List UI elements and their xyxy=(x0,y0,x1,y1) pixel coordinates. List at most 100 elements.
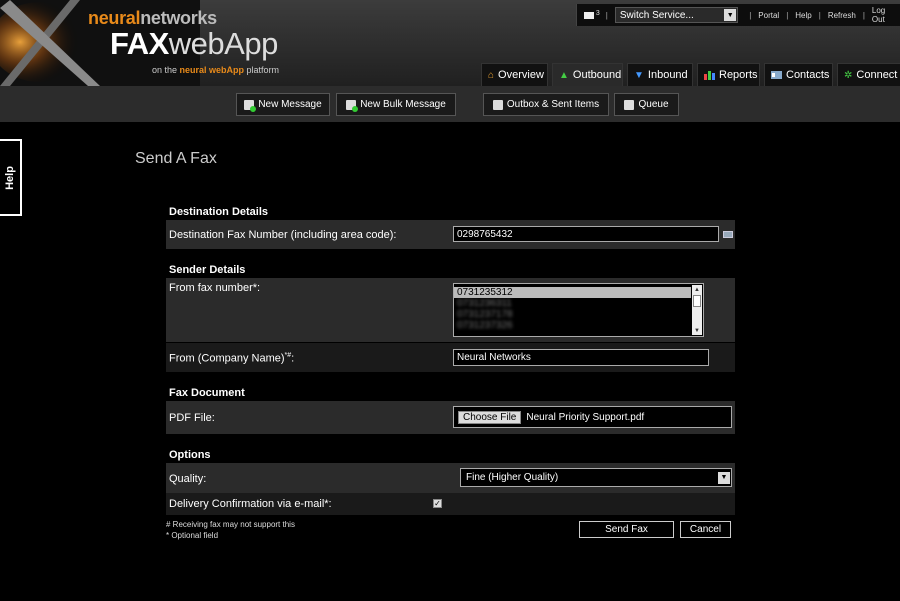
separator: | xyxy=(605,10,608,20)
separator: | xyxy=(749,10,752,20)
refresh-link[interactable]: Refresh xyxy=(828,11,856,20)
listbox-option[interactable]: 0731236311 xyxy=(454,298,691,309)
chevron-down-icon: ▼ xyxy=(718,471,730,484)
receiving-note: # Receiving fax may not support this xyxy=(166,520,295,529)
pdf-file-label: PDF File: xyxy=(169,412,215,424)
destination-section-title: Destination Details xyxy=(169,206,269,218)
choose-file-button[interactable]: Choose File xyxy=(458,410,522,424)
button-label: Queue xyxy=(638,99,669,110)
logout-link[interactable]: Log Out xyxy=(872,6,900,24)
tagline-pre: on the xyxy=(152,65,180,75)
separator: | xyxy=(862,10,865,20)
tab-contacts[interactable]: Contacts xyxy=(764,63,833,86)
separator: | xyxy=(818,10,821,20)
new-bulk-message-button[interactable]: New Bulk Message xyxy=(336,93,456,116)
tab-overview[interactable]: ⌂ Overview xyxy=(481,63,548,86)
help-link[interactable]: Help xyxy=(795,11,811,20)
selected-file-name: Neural Priority Support.pdf xyxy=(526,411,645,423)
envelope-icon[interactable] xyxy=(584,11,594,19)
new-document-icon xyxy=(244,99,257,112)
sender-section-title: Sender Details xyxy=(169,264,246,276)
main-nav-tabs: ⌂ Overview ▲ Outbound ▼ Inbound Reports … xyxy=(481,63,900,86)
logo-product: FAXwebApp xyxy=(110,26,278,62)
listbox-option[interactable]: 0731237326 xyxy=(454,320,691,331)
chevron-down-icon: ▼ xyxy=(724,9,737,21)
tab-label: Overview xyxy=(498,69,544,81)
send-fax-button[interactable]: Send Fax xyxy=(579,521,674,538)
bar-chart-glyph xyxy=(704,71,715,80)
outbox-sent-button[interactable]: Outbox & Sent Items xyxy=(483,93,609,116)
tagline-post: platform xyxy=(244,65,280,75)
queue-button[interactable]: Queue xyxy=(614,93,679,116)
bar-chart-icon xyxy=(704,69,715,81)
logo-tagline: on the neural webApp platform xyxy=(152,65,279,75)
action-toolbar: New Message New Bulk Message Outbox & Se… xyxy=(0,86,900,122)
logo-webapp-text: webApp xyxy=(168,26,279,61)
tab-label: Connect xyxy=(856,69,898,81)
tab-outbound[interactable]: ▲ Outbound xyxy=(552,63,623,86)
company-name-row: From (Company Name)*#: Neural Networks xyxy=(166,343,735,372)
from-fax-listbox[interactable]: 0731235312 0731236311 0731237178 0731237… xyxy=(453,283,704,337)
new-document-icon xyxy=(346,99,359,112)
company-name-label-colon: : xyxy=(291,352,295,365)
quality-row: Quality: Fine (Higher Quality) ▼ xyxy=(166,463,735,493)
listbox-option[interactable]: 0731235312 xyxy=(454,287,691,298)
tab-label: Contacts xyxy=(786,69,830,81)
quality-selected-value: Fine (Higher Quality) xyxy=(466,472,559,483)
tab-label: Reports xyxy=(719,69,758,81)
company-name-label-text: From (Company Name) xyxy=(169,352,285,365)
listbox-options: 0731235312 0731236311 0731237178 0731237… xyxy=(454,284,703,331)
logo-networks-text: networks xyxy=(140,8,217,28)
company-name-label: From (Company Name)*#: xyxy=(169,352,294,365)
listbox-option[interactable]: 0731237178 xyxy=(454,309,691,320)
scroll-up-icon[interactable]: ▲ xyxy=(692,285,702,294)
tab-inbound[interactable]: ▼ Inbound xyxy=(627,63,693,86)
button-label: New Bulk Message xyxy=(360,99,446,110)
fax-machine-icon xyxy=(492,99,503,110)
scroll-down-icon[interactable]: ▼ xyxy=(692,326,702,335)
contact-card-glyph xyxy=(771,71,782,79)
options-section-title: Options xyxy=(169,449,211,461)
tab-reports[interactable]: Reports xyxy=(697,63,760,86)
company-name-input[interactable]: Neural Networks xyxy=(453,349,709,366)
logo-neural-text: neural xyxy=(88,8,141,28)
help-side-tab[interactable]: Help xyxy=(0,139,22,216)
quality-select[interactable]: Fine (Higher Quality) ▼ xyxy=(460,468,732,487)
optional-note: * Optional field xyxy=(166,531,219,540)
listbox-scrollbar[interactable]: ▲ ▼ xyxy=(692,285,702,335)
portal-link[interactable]: Portal xyxy=(758,11,779,20)
top-utility-bar: 3 | Switch Service... ▼ | Portal | Help … xyxy=(576,4,900,26)
fax-machine-icon xyxy=(624,99,635,110)
switch-service-label: Switch Service... xyxy=(619,9,694,21)
up-arrow-icon: ▲ xyxy=(559,69,569,81)
destination-fax-input[interactable]: 0298765432 xyxy=(453,226,719,242)
delivery-confirmation-label: Delivery Confirmation via e-mail*: xyxy=(169,498,332,510)
contact-card-icon xyxy=(771,69,782,81)
button-label: New Message xyxy=(258,99,322,110)
separator: | xyxy=(786,10,789,20)
tab-label: Outbound xyxy=(572,69,622,81)
message-count: 3 xyxy=(595,9,600,17)
destination-fax-row: Destination Fax Number (including area c… xyxy=(166,220,735,249)
app-logo: neuralnetworks FAXwebApp on the neural w… xyxy=(0,0,320,86)
gear-icon: ✲ xyxy=(844,69,853,81)
document-section-title: Fax Document xyxy=(169,387,245,399)
pdf-file-input[interactable]: Choose File Neural Priority Support.pdf xyxy=(453,406,732,428)
switch-service-select[interactable]: Switch Service... ▼ xyxy=(614,7,739,23)
scroll-thumb[interactable] xyxy=(693,295,701,307)
page-title: Send A Fax xyxy=(135,150,217,167)
new-message-button[interactable]: New Message xyxy=(236,93,330,116)
delivery-confirmation-row: Delivery Confirmation via e-mail*: ✓ xyxy=(166,493,735,515)
from-fax-label: From fax number*: xyxy=(169,282,261,294)
cancel-button[interactable]: Cancel xyxy=(680,521,731,538)
quality-label: Quality: xyxy=(169,473,207,485)
down-arrow-icon: ▼ xyxy=(634,69,644,81)
logo-fax-text: FAX xyxy=(110,26,169,61)
from-fax-row: From fax number*: 0731235312 0731236311 … xyxy=(166,278,735,342)
destination-fax-label: Destination Fax Number (including area c… xyxy=(169,229,397,241)
delivery-confirmation-checkbox[interactable]: ✓ xyxy=(433,499,442,508)
help-side-tab-label: Help xyxy=(4,165,16,190)
address-book-icon[interactable] xyxy=(723,231,733,238)
tab-connect[interactable]: ✲ Connect xyxy=(837,63,900,86)
tagline-brand: neural webApp xyxy=(179,65,245,75)
